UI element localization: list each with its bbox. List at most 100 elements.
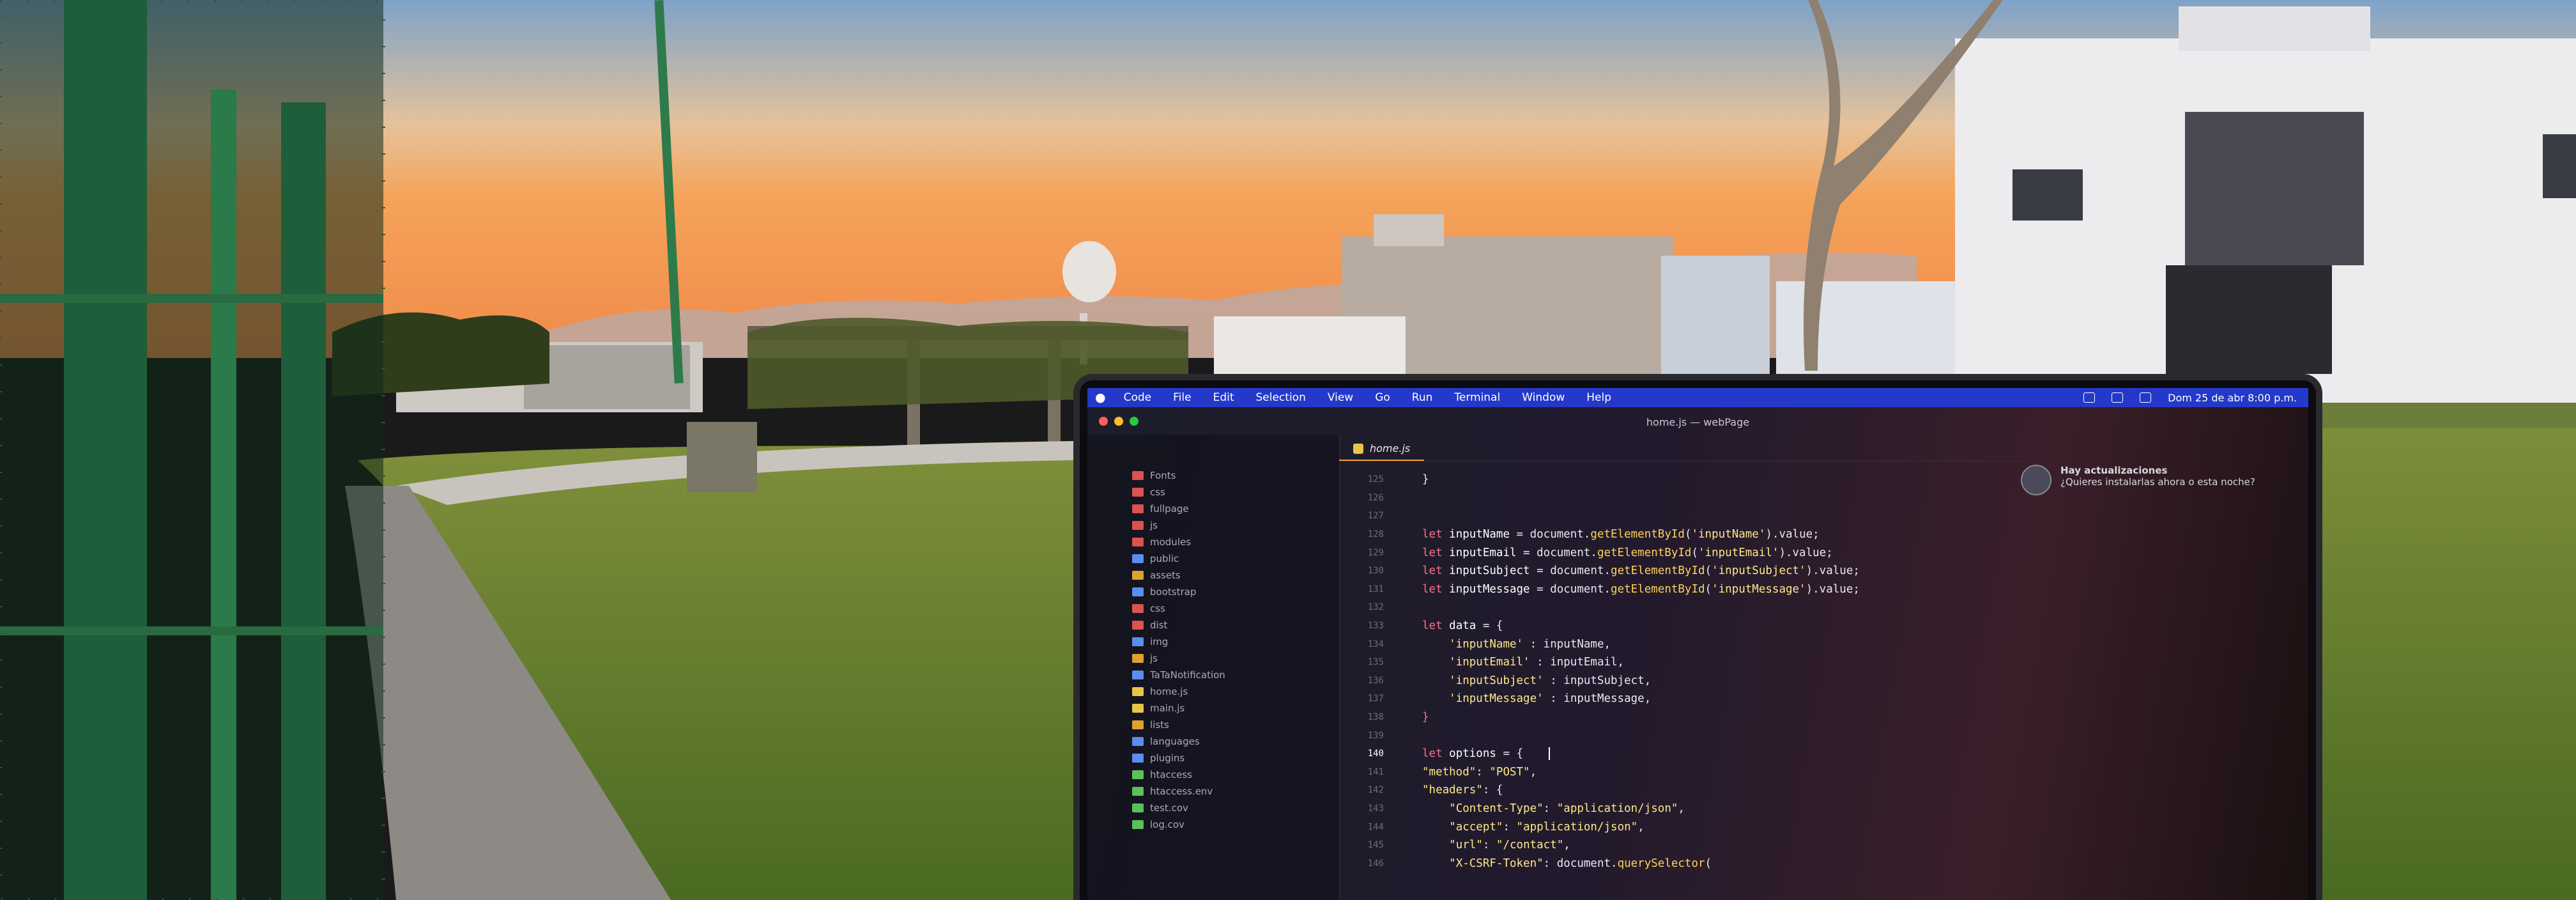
code-line[interactable]: 132 — [1339, 598, 2027, 617]
code-token: let — [1422, 619, 1450, 633]
menubar-clock[interactable]: Dom 25 de abr 8:00 p.m. — [2168, 392, 2297, 404]
explorer-item[interactable]: css — [1087, 600, 1339, 617]
explorer-item[interactable]: css — [1087, 484, 1339, 500]
folder-icon — [1132, 554, 1144, 563]
code-line[interactable]: 143 "Content-Type": "application/json", — [1339, 800, 2027, 818]
explorer-item-label: css — [1150, 486, 1165, 498]
menu-run[interactable]: Run — [1412, 391, 1433, 404]
folder-icon — [1132, 637, 1144, 646]
folder-icon — [1132, 820, 1144, 829]
explorer-item[interactable]: img — [1087, 633, 1339, 650]
code-token: : — [1482, 839, 1496, 852]
code-token: inputName — [1449, 528, 1510, 541]
explorer-item[interactable]: public — [1087, 550, 1339, 567]
update-notification[interactable]: Hay actualizaciones ¿Quieres instalarlas… — [2021, 465, 2276, 495]
code-line[interactable]: 146 "X-CSRF-Token": document. querySelect… — [1339, 854, 2027, 873]
code-editor[interactable]: home.js 125} 126 127 128 let inputName = doc… — [1339, 435, 2027, 900]
code-line[interactable]: 129 let inputEmail = document. getElementB… — [1339, 543, 2027, 562]
line-number: 142 — [1367, 785, 1384, 796]
explorer-item[interactable]: TaTaNotification — [1087, 667, 1339, 683]
code-line[interactable]: 130 let inputSubject = document. getElemen… — [1339, 562, 2027, 580]
menu-window[interactable]: Window — [1522, 391, 1565, 404]
explorer-item[interactable]: Fonts — [1087, 467, 1339, 484]
line-number: 128 — [1367, 529, 1384, 540]
menu-view[interactable]: View — [1328, 391, 1353, 404]
code-line[interactable]: 126 — [1339, 489, 2027, 508]
explorer-item[interactable]: plugins — [1087, 750, 1339, 766]
code-line[interactable]: 145 "url": "/contact", — [1339, 836, 2027, 855]
search-icon[interactable] — [2140, 392, 2152, 403]
folder-icon — [1132, 538, 1144, 547]
code-token: let — [1422, 582, 1450, 596]
explorer-item[interactable]: main.js — [1087, 700, 1339, 717]
explorer-item[interactable]: js — [1087, 650, 1339, 667]
wifi-icon[interactable] — [2112, 392, 2124, 403]
status-area: Dom 25 de abr 8:00 p.m. — [2083, 388, 2297, 407]
code-line[interactable]: 144 "accept": "application/json", — [1339, 818, 2027, 836]
menu-terminal[interactable]: Terminal — [1454, 391, 1500, 404]
code-line[interactable]: 141 "method": "POST", — [1339, 763, 2027, 782]
code-line[interactable]: 128 let inputName = document. getElementBy… — [1339, 525, 2027, 544]
folder-icon — [1132, 521, 1144, 530]
code-line[interactable]: 136 'inputSubject' : inputSubject, — [1339, 672, 2027, 690]
explorer-item[interactable]: htaccess — [1087, 766, 1339, 783]
code-line[interactable]: 142 "headers": { — [1339, 781, 2027, 800]
code-line[interactable]: 125} — [1339, 470, 2027, 489]
menu-file[interactable]: File — [1173, 391, 1191, 404]
line-number: 134 — [1367, 639, 1384, 649]
code-line[interactable]: 131 let inputMessage = document. getElemen… — [1339, 580, 2027, 599]
explorer-item[interactable]: assets — [1087, 567, 1339, 584]
line-number: 133 — [1367, 621, 1384, 632]
code-line[interactable]: 134 'inputName' : inputName, — [1339, 635, 2027, 653]
battery-icon[interactable] — [2083, 392, 2096, 403]
code-token: getElementById — [1611, 582, 1705, 596]
menu-help[interactable]: Help — [1586, 391, 1611, 404]
code-token: "url" — [1449, 839, 1483, 852]
code-line[interactable]: 127 — [1339, 507, 2027, 525]
explorer-item[interactable]: languages — [1087, 733, 1339, 750]
explorer-item[interactable]: lists — [1087, 717, 1339, 733]
code-token: "application/json" — [1516, 820, 1638, 834]
code-line[interactable]: 133 let data = { — [1339, 617, 2027, 635]
code-token: = document. — [1529, 564, 1611, 578]
code-token: , — [1637, 820, 1644, 834]
explorer-item-label: img — [1150, 636, 1169, 648]
explorer-item[interactable]: bootstrap — [1087, 584, 1339, 600]
folder-icon — [1132, 604, 1144, 613]
explorer-item[interactable]: htaccess.env — [1087, 783, 1339, 800]
explorer-item[interactable]: home.js — [1087, 683, 1339, 700]
code-line[interactable]: 139 — [1339, 726, 2027, 745]
menu-edit[interactable]: Edit — [1213, 391, 1234, 404]
explorer-item[interactable]: modules — [1087, 534, 1339, 550]
code-line[interactable]: 140 let options = { — [1339, 745, 2027, 763]
laptop: ● Code File Edit Selection View Go Run T… — [1073, 374, 2322, 900]
code-area[interactable]: 125} 126 127 128 let inputName = document. ge… — [1339, 470, 2027, 873]
tab-home-js[interactable]: home.js — [1339, 437, 1425, 461]
folder-icon — [1132, 671, 1144, 679]
code-line[interactable]: 135 'inputEmail' : inputEmail, — [1339, 653, 2027, 672]
explorer-item[interactable]: log.cov — [1087, 816, 1339, 833]
menu-selection[interactable]: Selection — [1256, 391, 1306, 404]
code-token: 'inputName' — [1449, 637, 1524, 651]
line-number: 141 — [1367, 766, 1384, 777]
code-token: ( — [1684, 528, 1692, 541]
explorer-item[interactable]: dist — [1087, 617, 1339, 633]
explorer-item[interactable]: test.cov — [1087, 800, 1339, 816]
gear-icon — [2021, 465, 2051, 495]
explorer-item[interactable]: js — [1087, 517, 1339, 534]
apple-icon[interactable]: ● — [1095, 391, 1106, 405]
menu-code[interactable]: Code — [1124, 391, 1152, 404]
code-token: = document. — [1529, 582, 1611, 596]
code-token: "Content-Type" — [1449, 802, 1544, 815]
code-token: ).value; — [1765, 528, 1820, 541]
explorer-item[interactable]: fullpage — [1087, 500, 1339, 517]
editor-tabs: home.js — [1339, 435, 2027, 462]
line-number: 144 — [1367, 821, 1384, 832]
folder-icon — [1132, 687, 1144, 696]
code-line[interactable]: 138} — [1339, 708, 2027, 727]
code-line[interactable]: 137 'inputMessage' : inputMessage, — [1339, 690, 2027, 708]
folder-icon — [1132, 737, 1144, 746]
menu-go[interactable]: Go — [1375, 391, 1390, 404]
